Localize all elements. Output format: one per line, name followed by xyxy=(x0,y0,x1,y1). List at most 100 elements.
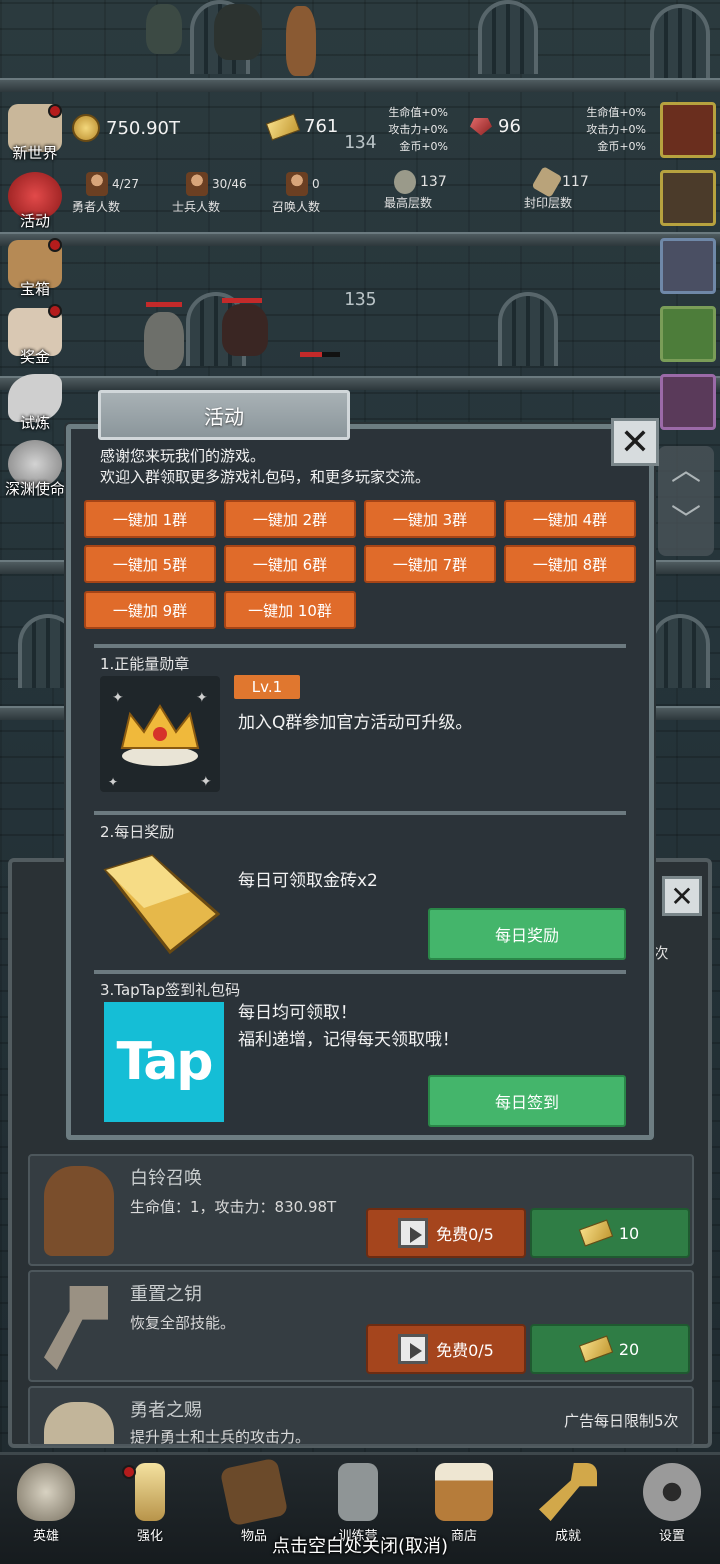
book-icon xyxy=(219,1457,289,1527)
mug-icon xyxy=(435,1463,493,1521)
skill-slot-chest[interactable] xyxy=(660,238,716,294)
close-icon[interactable]: ✕ xyxy=(611,418,659,466)
gold-bar-stat: 761 xyxy=(265,112,338,141)
monster-hp-bar xyxy=(146,302,182,307)
side-label: 宝箱 xyxy=(19,280,50,298)
gold-stat: 750.90T xyxy=(72,114,180,142)
side-label: 新世界 xyxy=(12,144,58,162)
buy-gold-button[interactable]: 20 xyxy=(530,1324,690,1374)
atk-bonus: 攻击力+0% xyxy=(586,123,646,136)
coin-icon xyxy=(72,114,100,142)
price-label: 10 xyxy=(618,1223,640,1243)
gold-brick-icon xyxy=(103,854,220,955)
intro-line: 欢迎入群领取更多游戏礼包码，和更多玩家交流。 xyxy=(100,468,431,486)
section-title-daily: 2.每日奖励 xyxy=(100,823,175,841)
side-activity-button[interactable]: 活动 xyxy=(0,172,70,238)
gold-bonus: 金币+0% xyxy=(597,140,646,153)
buy-gold-button[interactable]: 10 xyxy=(530,1208,690,1258)
join-group-3-button[interactable]: 一键加 3群 xyxy=(364,500,496,538)
taptap-logo-text: Tap xyxy=(116,1032,213,1092)
free-ad-label: 免费0/5 xyxy=(436,1225,494,1244)
summon-icon xyxy=(286,172,308,196)
popup-title: 活动 xyxy=(98,390,350,440)
shop-row-hero-gift: 勇者之赐 提升勇士和士兵的攻击力。 广告每日限制5次 xyxy=(28,1386,694,1446)
ad-limit-text: 广告每日限制5次 xyxy=(564,1412,679,1430)
svg-text:✦: ✦ xyxy=(200,774,212,790)
chevron-up-icon[interactable]: ︿ xyxy=(658,446,714,496)
video-icon xyxy=(398,1334,429,1364)
section-title-taptap: 3.TapTap签到礼包码 xyxy=(100,981,241,999)
floor-ledge xyxy=(0,78,720,92)
daily-reward-button[interactable]: 每日奖励 xyxy=(428,908,626,960)
skill-slot-apple[interactable] xyxy=(660,102,716,158)
key-icon xyxy=(539,1463,597,1521)
join-group-6-button[interactable]: 一键加 6群 xyxy=(224,545,356,583)
highest-floor: 137 最高层数 xyxy=(384,170,484,211)
side-label: 奖金 xyxy=(19,348,50,366)
join-group-2-button[interactable]: 一键加 2群 xyxy=(224,500,356,538)
join-group-7-button[interactable]: 一键加 7群 xyxy=(364,545,496,583)
svg-text:✦: ✦ xyxy=(112,690,124,706)
free-ad-button[interactable]: 免费0/5 xyxy=(366,1208,526,1258)
shop-item-title: 重置之钥 xyxy=(130,1284,202,1305)
daily-checkin-button[interactable]: 每日签到 xyxy=(428,1075,626,1127)
chevron-down-icon[interactable]: ﹀ xyxy=(658,496,714,546)
hero-count-label: 勇者人数 xyxy=(72,200,121,214)
gold-bar-icon xyxy=(578,1219,613,1247)
side-trial-button[interactable]: 试炼 xyxy=(0,374,70,440)
shop-item-title: 勇者之赐 xyxy=(130,1400,202,1421)
ghost-monster[interactable] xyxy=(146,4,182,54)
crown-medal-icon: ✦ ✦ ✦ ✦ xyxy=(108,690,212,790)
shop-close-icon[interactable]: ✕ xyxy=(662,876,702,916)
join-group-1-button[interactable]: 一键加 1群 xyxy=(84,500,216,538)
tentacle-monster[interactable] xyxy=(214,4,262,60)
taptap-logo-icon: Tap xyxy=(104,1002,224,1122)
free-ad-button[interactable]: 免费0/5 xyxy=(366,1324,526,1374)
skill-slot-hero[interactable] xyxy=(660,374,716,430)
scroll-arrows[interactable]: ︿ ﹀ xyxy=(658,446,714,556)
join-group-8-button[interactable]: 一键加 8群 xyxy=(504,545,636,583)
price-label: 20 xyxy=(618,1339,640,1359)
highest-floor-value: 137 xyxy=(420,174,447,190)
join-group-10-button[interactable]: 一键加 10群 xyxy=(224,591,356,629)
shop-row-reset-key: 重置之钥 恢复全部技能。 免费0/5 20 xyxy=(28,1270,694,1382)
shop-item-title: 白铃召唤 xyxy=(130,1168,202,1189)
join-group-4-button[interactable]: 一键加 4群 xyxy=(504,500,636,538)
monster-hp-bar xyxy=(222,298,262,303)
taptap-line: 每日均可领取！ xyxy=(238,1003,357,1023)
skill-slot-slime[interactable] xyxy=(660,306,716,362)
close-hint[interactable]: 点击空白处关闭(取消) xyxy=(0,1532,720,1558)
gem-icon xyxy=(470,117,492,136)
join-group-9-button[interactable]: 一键加 9群 xyxy=(84,591,216,629)
gem-stat: 96 xyxy=(470,116,521,137)
svg-text:✦: ✦ xyxy=(108,775,118,789)
hero-character[interactable] xyxy=(286,6,316,76)
join-group-5-button[interactable]: 一键加 5群 xyxy=(84,545,216,583)
summon-count-label: 召唤人数 xyxy=(272,200,321,214)
witch-avatar xyxy=(44,1166,114,1256)
shop-item-desc: 生命值：1，攻击力：830.98T xyxy=(130,1198,337,1216)
side-label: 深渊使命 xyxy=(4,480,65,498)
atk-bonus: 攻击力+0% xyxy=(388,123,448,136)
bat-monster[interactable] xyxy=(222,304,268,356)
ghost-monster[interactable] xyxy=(144,312,184,370)
candle-icon xyxy=(135,1463,165,1521)
floor-number: 135 xyxy=(344,289,377,310)
skull-icon xyxy=(17,1463,75,1521)
section-title-medal: 1.正能量勋章 xyxy=(100,655,190,673)
notification-dot xyxy=(48,238,62,252)
summon-count-value: 0 xyxy=(312,177,320,191)
side-abyss-button[interactable]: 深渊使命 xyxy=(0,440,70,506)
highest-floor-label: 最高层数 xyxy=(384,196,433,210)
side-bonus-button[interactable]: 奖金 xyxy=(0,308,70,374)
soldier-count-value: 30/46 xyxy=(212,177,247,191)
intro-line: 感谢您来玩我们的游戏。 xyxy=(100,447,266,465)
skill-slot-candle[interactable] xyxy=(660,170,716,226)
shop-item-desc: 恢复全部技能。 xyxy=(130,1314,236,1332)
castle-window xyxy=(650,614,710,688)
soldier-count-label: 士兵人数 xyxy=(172,200,221,214)
castle-window xyxy=(498,292,558,366)
section-divider xyxy=(94,811,626,815)
section-divider xyxy=(94,644,626,648)
level-badge: Lv.1 xyxy=(234,675,300,699)
